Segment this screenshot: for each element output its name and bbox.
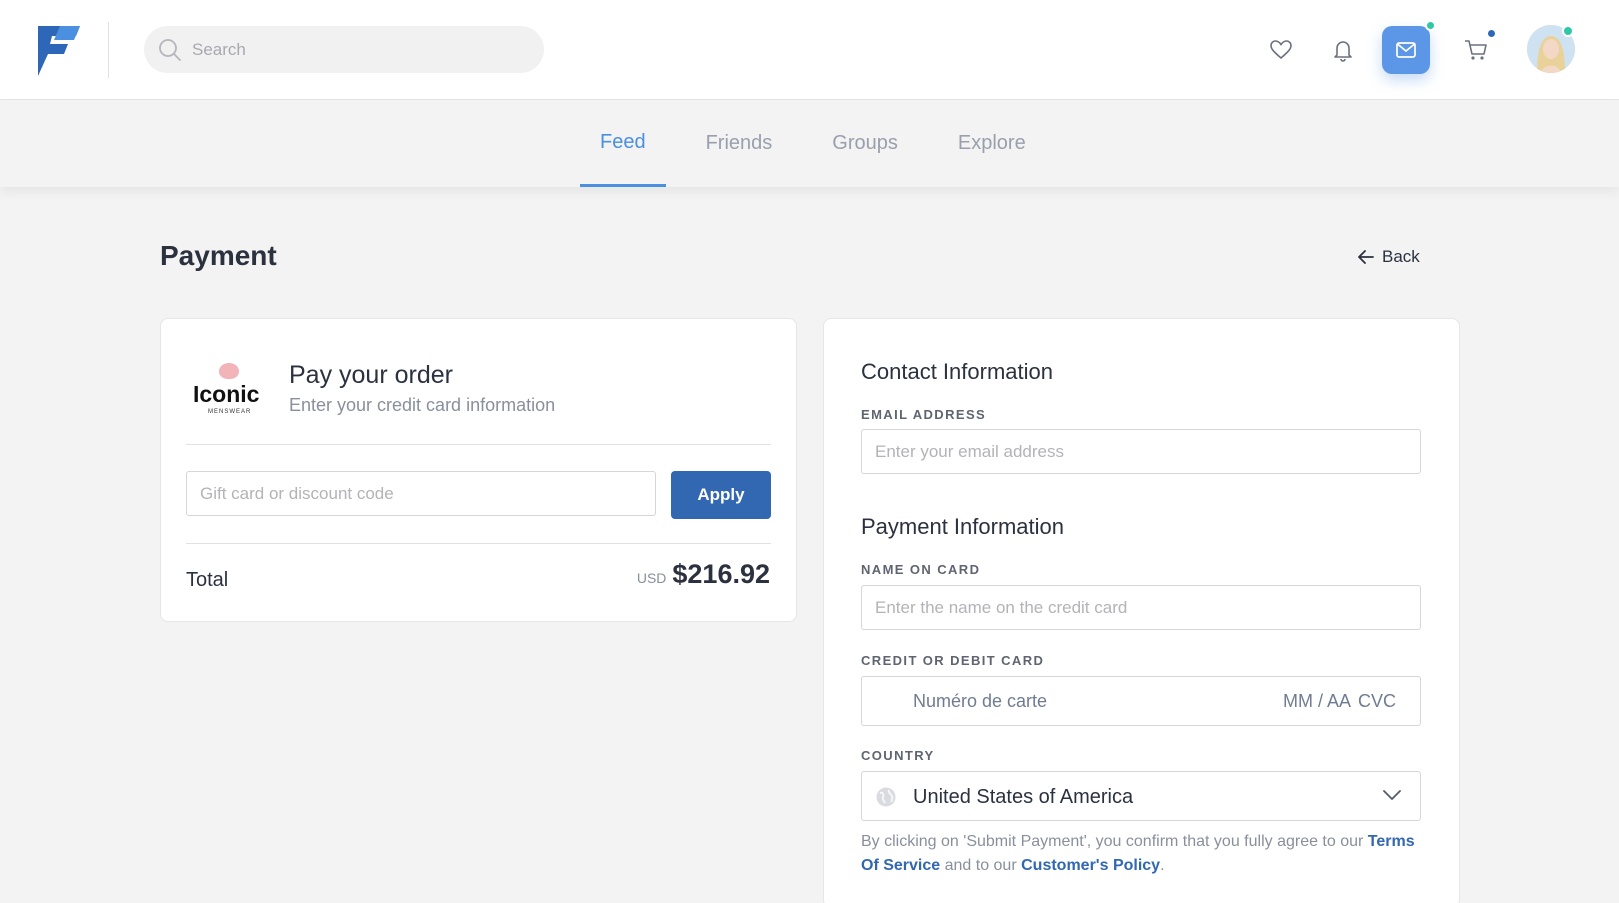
divider bbox=[186, 543, 771, 544]
messages-badge bbox=[1425, 20, 1436, 31]
total-amount: USD $216.92 bbox=[637, 559, 770, 590]
tab-feed[interactable]: Feed bbox=[580, 100, 666, 187]
search-input[interactable] bbox=[192, 26, 532, 73]
search-icon bbox=[159, 39, 181, 61]
country-select[interactable]: United States of America bbox=[861, 771, 1421, 821]
back-label: Back bbox=[1382, 247, 1420, 266]
search-bar[interactable] bbox=[144, 26, 544, 73]
order-summary-card: Iconic MENSWEAR Pay your order Enter you… bbox=[160, 318, 797, 622]
email-field[interactable] bbox=[861, 429, 1421, 474]
name-on-card-label: NAME ON CARD bbox=[861, 562, 981, 577]
country-value: United States of America bbox=[913, 786, 1134, 808]
contact-section-title: Contact Information bbox=[861, 359, 1053, 384]
customer-policy-link[interactable]: Customer's Policy bbox=[1021, 857, 1160, 874]
amount-value: $216.92 bbox=[672, 559, 770, 589]
arrow-left-icon bbox=[1358, 250, 1374, 264]
total-label: Total bbox=[186, 569, 229, 591]
payment-section-title: Payment Information bbox=[861, 514, 1064, 539]
terms-suffix: . bbox=[1160, 857, 1165, 874]
tab-explore[interactable]: Explore bbox=[938, 100, 1046, 187]
name-on-card-field[interactable] bbox=[861, 585, 1421, 630]
gift-code-input[interactable] bbox=[186, 471, 656, 516]
cart-icon bbox=[1465, 40, 1487, 60]
cart-badge bbox=[1486, 28, 1497, 39]
brand-logo: Iconic MENSWEAR bbox=[186, 363, 266, 423]
country-label: COUNTRY bbox=[861, 748, 935, 763]
messages-button[interactable] bbox=[1382, 20, 1436, 74]
heart-icon bbox=[1270, 40, 1292, 60]
terms-middle: and to our bbox=[940, 857, 1022, 874]
brand-name: Iconic bbox=[193, 381, 260, 407]
mail-icon bbox=[1396, 42, 1416, 58]
brand-sub: MENSWEAR bbox=[208, 409, 252, 415]
card-input[interactable]: Numéro de carte MM / AA CVC bbox=[861, 676, 1421, 726]
favorites-button[interactable] bbox=[1257, 26, 1305, 74]
payment-form-card: Contact Information EMAIL ADDRESS Paymen… bbox=[823, 318, 1460, 903]
card-expiry-placeholder[interactable]: MM / AA bbox=[1283, 691, 1351, 712]
order-title: Pay your order bbox=[289, 361, 453, 389]
bell-icon bbox=[1334, 41, 1352, 62]
card-number-placeholder[interactable]: Numéro de carte bbox=[913, 691, 1047, 712]
online-status-dot bbox=[1562, 25, 1574, 37]
email-label: EMAIL ADDRESS bbox=[861, 407, 987, 422]
tab-groups[interactable]: Groups bbox=[812, 100, 918, 187]
divider bbox=[186, 444, 771, 445]
page-title: Payment bbox=[160, 240, 277, 271]
terms-prefix: By clicking on 'Submit Payment', you con… bbox=[861, 833, 1368, 850]
cart-button[interactable] bbox=[1452, 26, 1500, 74]
globe-icon bbox=[876, 787, 896, 807]
brand-logo-icon[interactable] bbox=[38, 24, 80, 76]
apply-button[interactable]: Apply bbox=[671, 471, 771, 519]
order-subtitle: Enter your credit card information bbox=[289, 395, 556, 415]
top-bar bbox=[0, 0, 1619, 100]
terms-text: By clicking on 'Submit Payment', you con… bbox=[861, 830, 1421, 878]
chevron-down-icon bbox=[1383, 790, 1401, 800]
tab-friends[interactable]: Friends bbox=[686, 100, 793, 187]
notifications-button[interactable] bbox=[1319, 26, 1367, 74]
card-cvc-placeholder[interactable]: CVC bbox=[1358, 691, 1396, 712]
back-button[interactable]: Back bbox=[1356, 242, 1420, 272]
card-label: CREDIT OR DEBIT CARD bbox=[861, 653, 1045, 668]
brand-blob-icon bbox=[219, 363, 239, 379]
main-nav: Feed Friends Groups Explore bbox=[0, 100, 1619, 187]
currency-code: USD bbox=[636, 570, 667, 586]
logo-divider bbox=[108, 22, 109, 78]
nav-tabs: Feed Friends Groups Explore bbox=[580, 100, 1066, 187]
